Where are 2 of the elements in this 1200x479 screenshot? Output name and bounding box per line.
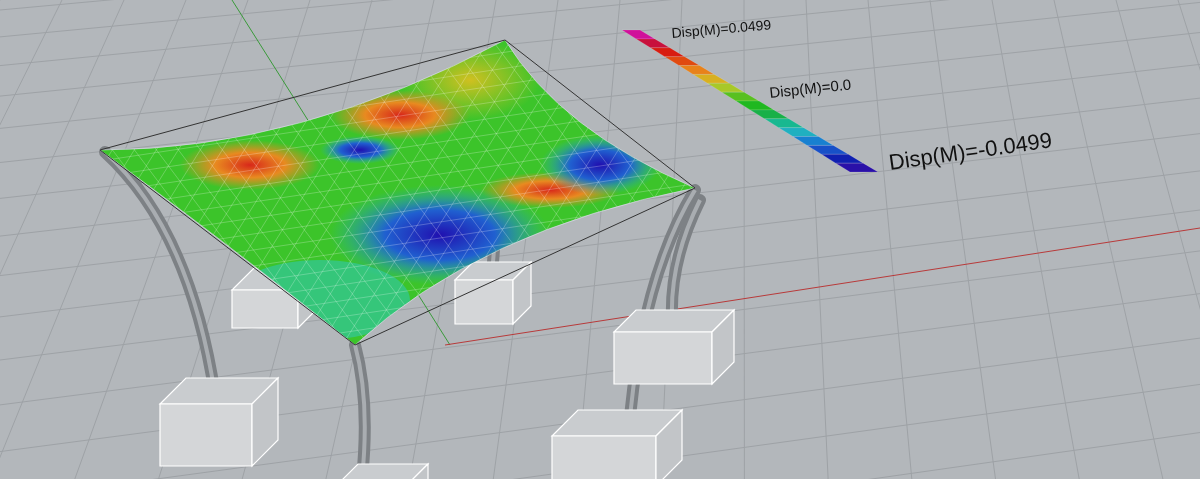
legend-label: Disp(M)=0.0 bbox=[768, 75, 852, 101]
legend-label: Disp(M)=0.0499 bbox=[670, 16, 772, 41]
